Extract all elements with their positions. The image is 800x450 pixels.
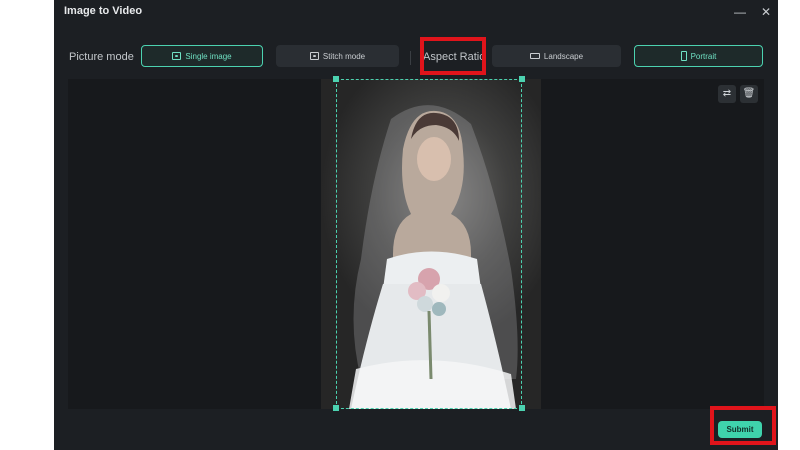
dialog-title: Image to Video (64, 5, 143, 17)
trash-icon[interactable]: 🗑 (740, 85, 758, 103)
landscape-label: Landscape (543, 51, 584, 61)
landscape-button[interactable]: Landscape (492, 45, 621, 67)
crop-handle-top-left[interactable] (333, 76, 339, 82)
options-toolbar: Picture mode Single image Stitch mode As… (54, 40, 778, 74)
title-bar: Image to Video — ✕ (54, 0, 778, 26)
toolbar-divider (410, 51, 411, 65)
crop-handle-bottom-left[interactable] (333, 405, 339, 411)
crop-handle-bottom-right[interactable] (519, 405, 525, 411)
stitch-mode-button[interactable]: Stitch mode (276, 45, 399, 67)
single-image-button[interactable]: Single image (141, 45, 263, 67)
replace-image-icon[interactable]: ⇄ (718, 85, 736, 103)
image-to-video-dialog: Image to Video — ✕ Picture mode Single i… (54, 0, 778, 450)
minimize-icon[interactable]: — (731, 4, 749, 20)
landscape-icon (529, 53, 540, 59)
stitch-mode-label: Stitch mode (322, 51, 366, 61)
crop-handle-top-right[interactable] (519, 76, 525, 82)
portrait-button[interactable]: Portrait (634, 45, 763, 67)
image-icon (172, 52, 182, 60)
preview-canvas: ⇄ 🗑 (68, 76, 764, 411)
close-icon[interactable]: ✕ (757, 4, 775, 20)
stitch-icon (309, 52, 319, 60)
portrait-label: Portrait (690, 51, 717, 61)
aspect-ratio-annotation (420, 37, 486, 75)
crop-frame[interactable] (336, 79, 522, 409)
screenshot-stage: Image to Video — ✕ Picture mode Single i… (0, 0, 800, 450)
single-image-label: Single image (185, 51, 232, 61)
submit-annotation (710, 406, 776, 445)
picture-mode-label: Picture mode (69, 51, 134, 63)
portrait-icon (680, 51, 687, 61)
